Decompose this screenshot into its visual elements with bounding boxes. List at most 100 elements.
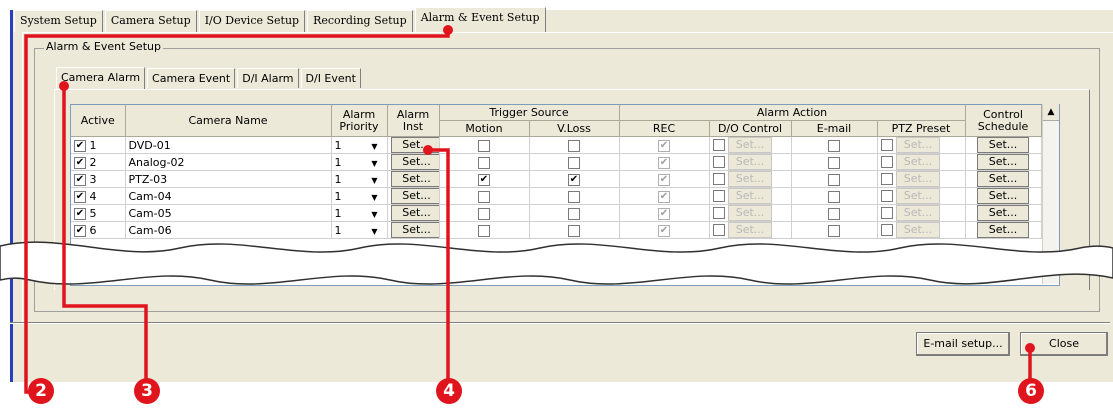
dropdown-arrow-icon[interactable]: ▼ (369, 176, 381, 185)
dropdown-arrow-icon[interactable]: ▼ (369, 193, 381, 202)
motion-checkbox[interactable] (478, 224, 490, 237)
do-control-checkbox[interactable] (712, 139, 725, 151)
tab-di-alarm[interactable]: D/I Alarm (237, 68, 299, 88)
priority-value[interactable]: 1 (335, 156, 369, 169)
tab-system-setup[interactable]: System Setup (14, 10, 103, 32)
priority-value[interactable]: 1 (335, 173, 369, 186)
row-number: 4 (89, 189, 97, 203)
dropdown-arrow-icon[interactable]: ▼ (369, 159, 381, 168)
camera-name-cell: Analog-02 (125, 153, 332, 171)
email-checkbox[interactable] (828, 156, 840, 169)
alarm-inst-set-button[interactable]: Set... (390, 171, 438, 187)
alarm-inst-set-button[interactable]: Set... (390, 154, 438, 170)
vloss-checkbox[interactable] (568, 139, 580, 152)
do-control-checkbox[interactable] (712, 190, 725, 202)
vloss-checkbox[interactable] (568, 190, 580, 203)
tab-camera-event[interactable]: Camera Event (147, 68, 236, 88)
control-schedule-set-button[interactable]: Set... (977, 188, 1030, 204)
dropdown-arrow-icon[interactable]: ▼ (369, 142, 381, 151)
ptz-preset-checkbox[interactable] (880, 224, 893, 236)
table-row[interactable]: ✔ 1 DVD-01 1 ▼ Set... ✔ Set... Set... Set... (71, 136, 1042, 154)
ptz-preset-checkbox[interactable] (880, 207, 893, 219)
email-checkbox[interactable] (828, 139, 840, 152)
header-rec[interactable]: REC (619, 120, 710, 137)
priority-value[interactable]: 1 (335, 190, 369, 203)
motion-checkbox[interactable] (478, 156, 490, 169)
header-alarm-action: Alarm Action (619, 105, 966, 121)
active-checkbox[interactable]: ✔ (74, 173, 86, 186)
row-number: 1 (89, 138, 97, 152)
email-checkbox[interactable] (828, 173, 840, 186)
active-checkbox[interactable]: ✔ (74, 224, 86, 237)
dropdown-arrow-icon[interactable]: ▼ (369, 227, 381, 236)
control-schedule-set-button[interactable]: Set... (977, 171, 1030, 187)
dropdown-arrow-icon[interactable]: ▼ (369, 210, 381, 219)
ptz-preset-checkbox[interactable] (880, 139, 893, 151)
control-schedule-set-button[interactable]: Set... (977, 154, 1030, 170)
priority-value[interactable]: 1 (335, 207, 369, 220)
alarm-inst-set-button[interactable]: Set... (390, 205, 438, 221)
email-setup-button[interactable]: E-mail setup... (916, 332, 1010, 356)
header-alarm-inst[interactable]: Alarm Inst (387, 105, 440, 137)
active-checkbox[interactable]: ✔ (74, 190, 86, 203)
callout-badge-4: 4 (436, 378, 462, 404)
header-email[interactable]: E-mail (791, 120, 878, 137)
table-row[interactable]: ✔ 5 Cam-05 1 ▼ Set... ✔ Set... Set... Set... (71, 204, 1042, 222)
header-do-control[interactable]: D/O Control (709, 120, 792, 137)
control-schedule-set-button[interactable]: Set... (977, 205, 1030, 221)
ptz-preset-checkbox[interactable] (880, 173, 893, 185)
close-button[interactable]: Close (1020, 332, 1108, 356)
tab-camera-alarm[interactable]: Camera Alarm (56, 67, 146, 89)
header-trigger-source: Trigger Source (439, 105, 620, 121)
table-row[interactable]: ✔ 3 PTZ-03 1 ▼ Set... ✔ ✔ ✔ Set... Set... Set... (71, 170, 1042, 188)
tab-di-event[interactable]: D/I Event (300, 68, 361, 88)
do-control-checkbox[interactable] (712, 173, 725, 185)
tab-io-device-setup[interactable]: I/O Device Setup (198, 10, 306, 32)
active-checkbox[interactable]: ✔ (74, 207, 86, 220)
tab-recording-setup[interactable]: Recording Setup (307, 10, 413, 32)
header-control-schedule[interactable]: Control Schedule (965, 105, 1042, 137)
header-motion[interactable]: Motion (439, 120, 530, 137)
camera-name-cell: PTZ-03 (125, 170, 332, 188)
email-checkbox[interactable] (828, 190, 840, 203)
vloss-checkbox[interactable] (568, 156, 580, 169)
table-row[interactable]: ✔ 2 Analog-02 1 ▼ Set... ✔ Set... Set... Set..… (71, 153, 1042, 171)
do-control-checkbox[interactable] (712, 156, 725, 168)
do-control-checkbox[interactable] (712, 224, 725, 236)
tab-alarm-event-setup[interactable]: Alarm & Event Setup (414, 7, 546, 33)
header-alarm-priority[interactable]: Alarm Priority (331, 105, 388, 137)
vloss-checkbox[interactable] (568, 207, 580, 220)
row-number: 5 (89, 206, 97, 220)
priority-value[interactable]: 1 (335, 139, 369, 152)
active-checkbox[interactable]: ✔ (74, 139, 86, 152)
motion-checkbox[interactable]: ✔ (478, 173, 490, 186)
ptz-preset-checkbox[interactable] (880, 156, 893, 168)
motion-checkbox[interactable] (478, 139, 490, 152)
active-checkbox[interactable]: ✔ (74, 156, 86, 169)
motion-checkbox[interactable] (478, 190, 490, 203)
callout-badge-3: 3 (134, 378, 160, 404)
alarm-inst-set-button[interactable]: Set... (390, 137, 438, 153)
priority-value[interactable]: 1 (335, 224, 369, 237)
do-control-checkbox[interactable] (712, 207, 725, 219)
do-control-set-button: Set... (728, 171, 772, 187)
vloss-checkbox[interactable] (568, 224, 580, 237)
tab-camera-setup[interactable]: Camera Setup (104, 10, 197, 32)
motion-checkbox[interactable] (478, 207, 490, 220)
email-checkbox[interactable] (828, 207, 840, 220)
header-ptz-preset[interactable]: PTZ Preset (877, 120, 966, 137)
row-number: 6 (89, 223, 97, 237)
rec-checkbox: ✔ (658, 207, 670, 220)
header-camera-name[interactable]: Camera Name (125, 105, 332, 137)
alarm-inst-set-button[interactable]: Set... (390, 188, 438, 204)
ptz-preset-checkbox[interactable] (880, 190, 893, 202)
rec-checkbox: ✔ (658, 224, 670, 237)
scroll-up-arrow-icon[interactable]: ▲ (1043, 104, 1059, 121)
do-control-set-button: Set... (728, 205, 772, 221)
table-row[interactable]: ✔ 4 Cam-04 1 ▼ Set... ✔ Set... Set... Set... (71, 187, 1042, 205)
vloss-checkbox[interactable]: ✔ (568, 173, 580, 186)
header-active[interactable]: Active (71, 105, 126, 137)
header-vloss[interactable]: V.Loss (529, 120, 620, 137)
control-schedule-set-button[interactable]: Set... (977, 137, 1030, 153)
email-checkbox[interactable] (828, 224, 840, 237)
